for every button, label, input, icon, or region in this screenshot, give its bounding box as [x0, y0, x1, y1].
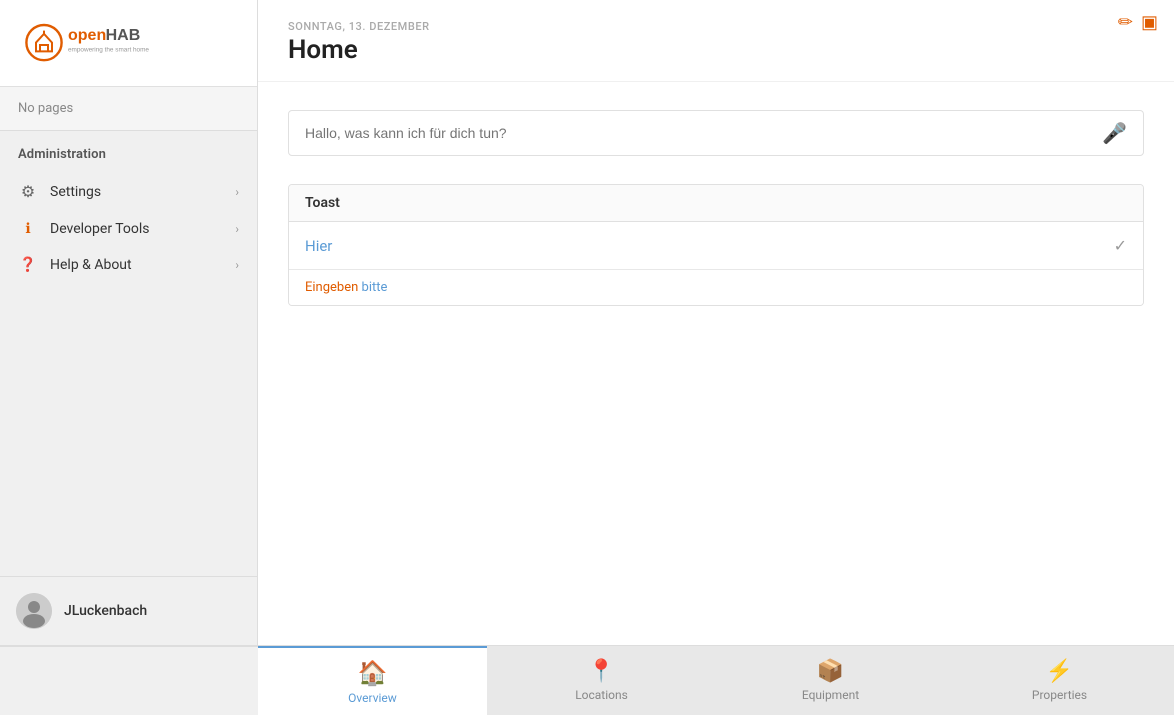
date-label: SONNTAG, 13. DEZEMBER — [288, 20, 1144, 33]
toast-header: Toast — [289, 185, 1143, 222]
sidebar-item-help-about[interactable]: ❓ Help & About › — [0, 247, 257, 283]
sidebar-item-developer-tools[interactable]: ℹ Developer Tools › — [0, 211, 257, 247]
toast-item-text: Hier — [305, 237, 1114, 255]
toast-card: Toast Hier ✓ Eingeben bitte — [288, 184, 1144, 306]
svg-text:HAB: HAB — [106, 27, 141, 44]
nav-item-overview[interactable]: 🏠 Overview — [258, 646, 487, 715]
help-about-chevron-icon: › — [235, 258, 239, 272]
overview-label: Overview — [348, 691, 397, 705]
bottom-nav: 🏠 Overview 📍 Locations 📦 Equipment ⚡ Pro… — [0, 645, 1174, 715]
admin-section-label: Administration — [0, 147, 257, 172]
logo-area: open HAB empowering the smart home — [0, 0, 257, 87]
properties-label: Properties — [1032, 688, 1087, 702]
help-icon: ❓ — [18, 257, 38, 273]
no-pages-label: No pages — [0, 87, 257, 131]
sidebar-item-settings[interactable]: ⚙ Settings › — [0, 172, 257, 211]
sidebar: open HAB empowering the smart home No pa… — [0, 0, 258, 645]
toast-check-icon: ✓ — [1114, 236, 1127, 255]
avatar-icon — [16, 593, 52, 629]
developer-tools-icon: ℹ — [18, 221, 38, 237]
edit-icon[interactable]: ✏ — [1118, 12, 1133, 33]
main-body: 🎤 Toast Hier ✓ Eingeben bitte — [258, 82, 1174, 645]
properties-bolt-icon: ⚡ — [1046, 659, 1073, 684]
equipment-label: Equipment — [802, 688, 859, 702]
toast-error-part1: Eingeben — [305, 280, 358, 295]
nav-item-equipment[interactable]: 📦 Equipment — [716, 646, 945, 715]
developer-tools-chevron-icon: › — [235, 222, 239, 236]
help-about-label: Help & About — [50, 257, 223, 273]
developer-tools-label: Developer Tools — [50, 221, 223, 237]
nav-item-locations[interactable]: 📍 Locations — [487, 646, 716, 715]
layout-icon[interactable]: ▣ — [1141, 12, 1158, 33]
toast-error-part2: bitte — [362, 280, 388, 295]
avatar — [16, 593, 52, 629]
user-area: JLuckenbach — [0, 576, 257, 645]
top-toolbar: ✏ ▣ — [1118, 12, 1158, 33]
page-title: Home — [288, 35, 1144, 65]
svg-text:empowering the smart home: empowering the smart home — [68, 46, 149, 53]
settings-icon: ⚙ — [18, 182, 38, 201]
settings-label: Settings — [50, 184, 223, 200]
nav-sidebar-space — [0, 646, 258, 715]
toast-error: Eingeben bitte — [289, 270, 1143, 305]
main-header: SONNTAG, 13. DEZEMBER Home — [258, 0, 1174, 82]
settings-chevron-icon: › — [235, 185, 239, 199]
nav-item-properties[interactable]: ⚡ Properties — [945, 646, 1174, 715]
search-container: 🎤 — [288, 110, 1144, 156]
search-input[interactable] — [305, 125, 1102, 141]
admin-section: Administration ⚙ Settings › ℹ Developer … — [0, 131, 257, 576]
svg-text:open: open — [68, 27, 106, 44]
locations-label: Locations — [575, 688, 628, 702]
microphone-icon[interactable]: 🎤 — [1102, 121, 1127, 145]
username-label: JLuckenbach — [64, 603, 147, 619]
locations-pin-icon: 📍 — [588, 659, 615, 684]
overview-home-icon: 🏠 — [358, 659, 388, 687]
openhab-logo: open HAB empowering the smart home — [20, 18, 180, 68]
app-container: open HAB empowering the smart home No pa… — [0, 0, 1174, 645]
equipment-box-icon: 📦 — [817, 659, 844, 684]
main-content: SONNTAG, 13. DEZEMBER Home 🎤 Toast Hier … — [258, 0, 1174, 645]
toast-item: Hier ✓ — [289, 222, 1143, 270]
